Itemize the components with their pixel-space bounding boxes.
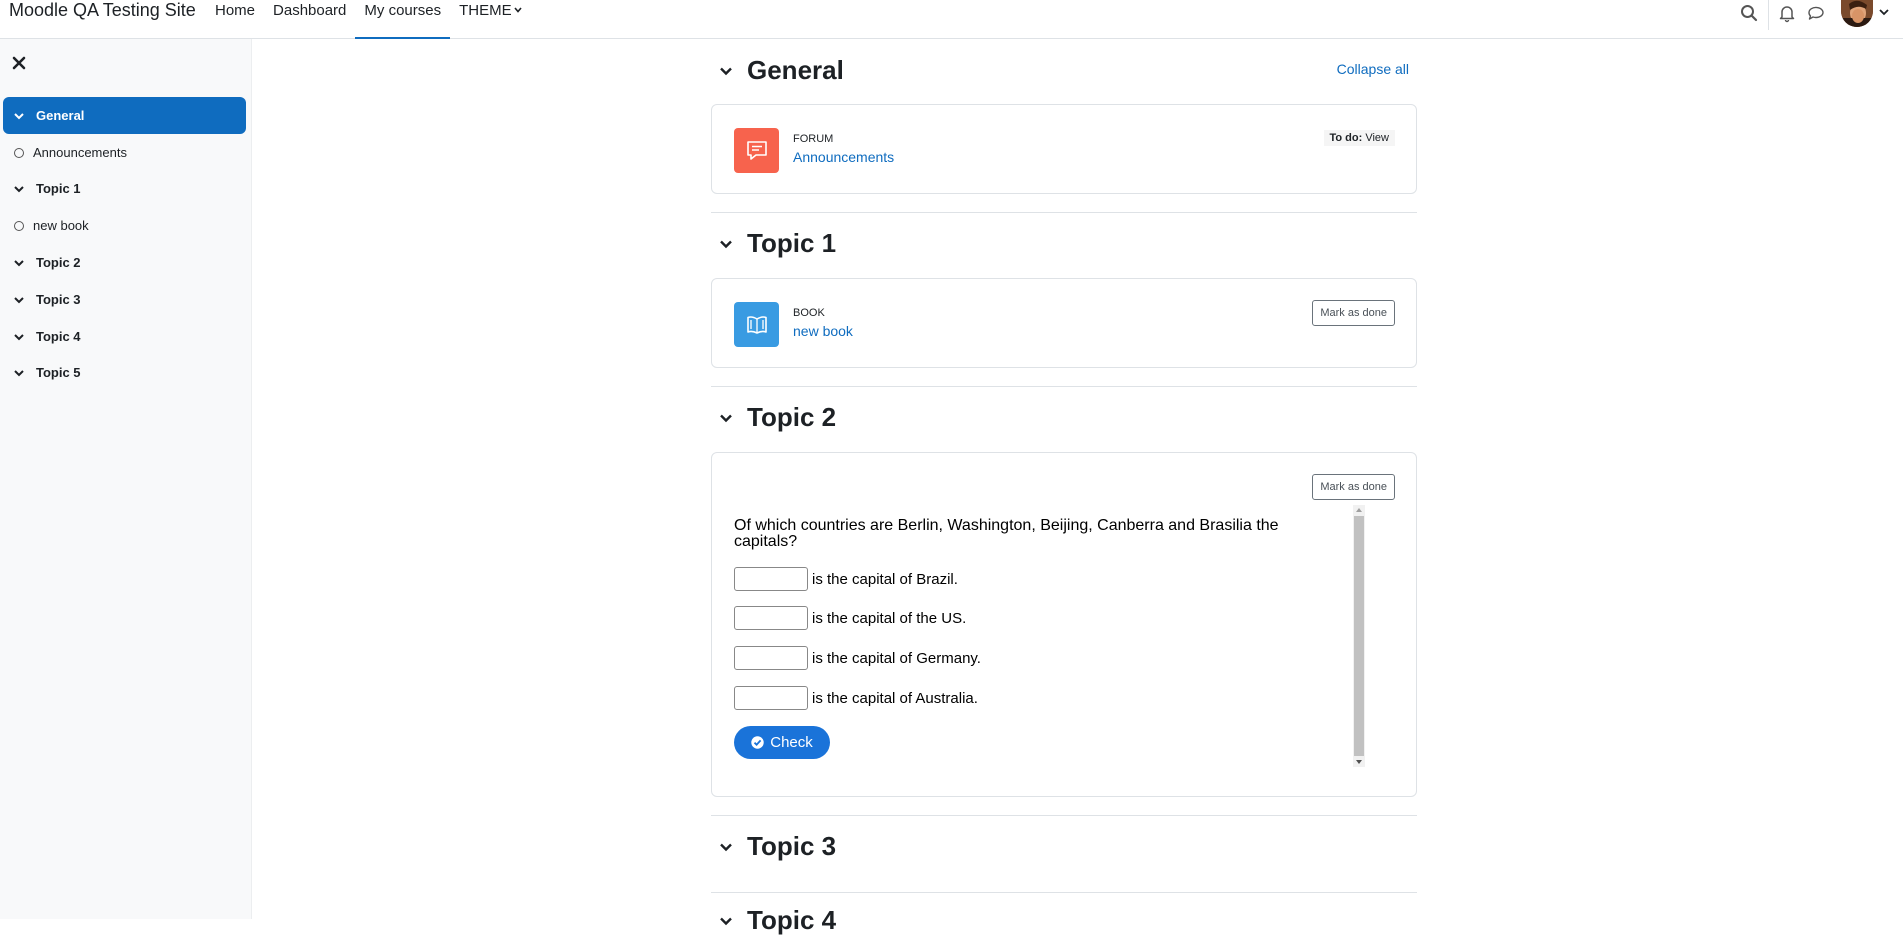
avatar-photo xyxy=(1841,0,1873,27)
nav-divider xyxy=(1768,0,1769,30)
index-section-label: Topic 3 xyxy=(36,292,81,307)
index-activity-new-book[interactable]: new book xyxy=(3,207,246,244)
nav-theme-label: THEME xyxy=(459,2,512,19)
section-divider xyxy=(711,815,1417,816)
index-section-label: Topic 5 xyxy=(36,365,81,380)
scroll-thumb[interactable] xyxy=(1354,516,1364,756)
check-button[interactable]: Check xyxy=(734,726,830,759)
activity-h5p-card: Mark as done Of which countries are Berl… xyxy=(711,452,1417,797)
blank-input-australia[interactable] xyxy=(734,686,808,710)
activity-book-card: BOOK new book Mark as done xyxy=(711,278,1417,368)
index-activity-announcements[interactable]: Announcements xyxy=(3,134,246,171)
index-section-topic-1[interactable]: Topic 1 xyxy=(3,170,246,207)
chevron-down-icon[interactable] xyxy=(719,411,733,425)
section-topic-2-header: Topic 2 xyxy=(711,397,1417,437)
section-topic-1-header: Topic 1 xyxy=(711,223,1417,263)
index-section-topic-5[interactable]: Topic 5 xyxy=(3,354,246,391)
section-title[interactable]: Topic 1 xyxy=(747,223,836,263)
mark-as-done-button[interactable]: Mark as done xyxy=(1312,474,1395,500)
messages-icon[interactable] xyxy=(1805,2,1827,24)
h5p-fill-in-blanks: Of which countries are Berlin, Washingto… xyxy=(734,503,1366,763)
index-activity-label: Announcements xyxy=(33,145,127,160)
chevron-down-icon[interactable] xyxy=(13,367,25,379)
section-general-header: General Collapse all xyxy=(711,50,1417,90)
check-circle-icon xyxy=(751,736,764,749)
activity-forum-card: FORUM Announcements To do: View xyxy=(711,104,1417,194)
site-name[interactable]: Moodle QA Testing Site xyxy=(9,0,196,21)
todo-value: View xyxy=(1365,132,1389,144)
bell-icon[interactable] xyxy=(1776,2,1798,24)
index-section-general[interactable]: General xyxy=(3,97,246,134)
index-activity-label: new book xyxy=(33,218,89,233)
search-icon[interactable] xyxy=(1738,2,1760,24)
completion-circle-icon xyxy=(14,220,24,231)
check-button-label: Check xyxy=(770,734,813,751)
activity-type-label: FORUM xyxy=(793,133,834,145)
section-title[interactable]: Topic 2 xyxy=(747,397,836,437)
todo-badge: To do: View xyxy=(1323,130,1395,146)
forum-icon xyxy=(734,128,779,173)
course-index-drawer: General Announcements Topic 1 new book T… xyxy=(0,39,252,919)
blank-suffix: is the capital of the US. xyxy=(812,609,967,627)
blank-row-us: is the capital of the US. xyxy=(734,606,966,630)
index-section-topic-3[interactable]: Topic 3 xyxy=(3,281,246,318)
activity-link-announcements[interactable]: Announcements xyxy=(793,149,894,165)
completion-circle-icon xyxy=(14,147,24,158)
chevron-down-icon[interactable] xyxy=(13,110,25,122)
chevron-down-icon[interactable] xyxy=(13,331,25,343)
collapse-all-link[interactable]: Collapse all xyxy=(1337,61,1409,77)
nav-theme-menu[interactable]: THEME xyxy=(450,0,531,39)
index-section-label: Topic 4 xyxy=(36,329,81,344)
user-avatar[interactable] xyxy=(1841,0,1873,27)
nav-home[interactable]: Home xyxy=(206,0,264,39)
blank-row-germany: is the capital of Germany. xyxy=(734,646,981,670)
question-text: Of which countries are Berlin, Washingto… xyxy=(734,517,1279,550)
section-divider xyxy=(711,212,1417,213)
activity-link-new-book[interactable]: new book xyxy=(793,323,853,339)
index-section-topic-2[interactable]: Topic 2 xyxy=(3,244,246,281)
primary-navigation: Home Dashboard My courses THEME xyxy=(206,0,531,39)
mark-as-done-button[interactable]: Mark as done xyxy=(1312,300,1395,326)
section-divider xyxy=(711,386,1417,387)
index-section-topic-4[interactable]: Topic 4 xyxy=(3,318,246,355)
chevron-down-icon[interactable] xyxy=(13,294,25,306)
book-icon xyxy=(734,302,779,347)
scroll-down-arrow-icon[interactable] xyxy=(1353,757,1365,767)
index-section-label: Topic 1 xyxy=(36,181,81,196)
blank-suffix: is the capital of Brazil. xyxy=(812,570,958,588)
h5p-scrollbar[interactable] xyxy=(1353,505,1365,767)
chevron-down-icon[interactable] xyxy=(13,257,25,269)
blank-row-brazil: is the capital of Brazil. xyxy=(734,567,958,591)
scroll-up-arrow-icon[interactable] xyxy=(1353,505,1365,515)
chevron-down-icon[interactable] xyxy=(719,840,733,854)
top-navbar: Moodle QA Testing Site Home Dashboard My… xyxy=(0,0,1903,39)
index-section-label: General xyxy=(36,108,85,123)
section-title[interactable]: Topic 3 xyxy=(747,826,836,866)
blank-suffix: is the capital of Germany. xyxy=(812,649,981,667)
section-divider xyxy=(711,892,1417,893)
chevron-down-icon[interactable] xyxy=(13,183,25,195)
blank-input-us[interactable] xyxy=(734,606,808,630)
blank-input-germany[interactable] xyxy=(734,646,808,670)
nav-my-courses[interactable]: My courses xyxy=(355,0,450,39)
index-section-label: Topic 2 xyxy=(36,255,81,270)
activity-type-label: BOOK xyxy=(793,307,825,319)
close-icon[interactable] xyxy=(12,56,26,70)
nav-dashboard[interactable]: Dashboard xyxy=(264,0,355,39)
todo-label: To do: xyxy=(1329,132,1363,144)
user-menu-chevron-icon[interactable] xyxy=(1878,6,1890,18)
blank-suffix: is the capital of Australia. xyxy=(812,689,978,707)
chevron-down-icon[interactable] xyxy=(719,64,733,78)
section-title[interactable]: General xyxy=(747,50,844,90)
chevron-down-icon xyxy=(513,7,522,13)
section-topic-4-header: Topic 4 xyxy=(711,900,1417,940)
section-topic-3-header: Topic 3 xyxy=(711,826,1417,866)
section-title[interactable]: Topic 4 xyxy=(747,900,836,940)
chevron-down-icon[interactable] xyxy=(719,914,733,928)
blank-row-australia: is the capital of Australia. xyxy=(734,686,978,710)
blank-input-brazil[interactable] xyxy=(734,567,808,591)
chevron-down-icon[interactable] xyxy=(719,237,733,251)
